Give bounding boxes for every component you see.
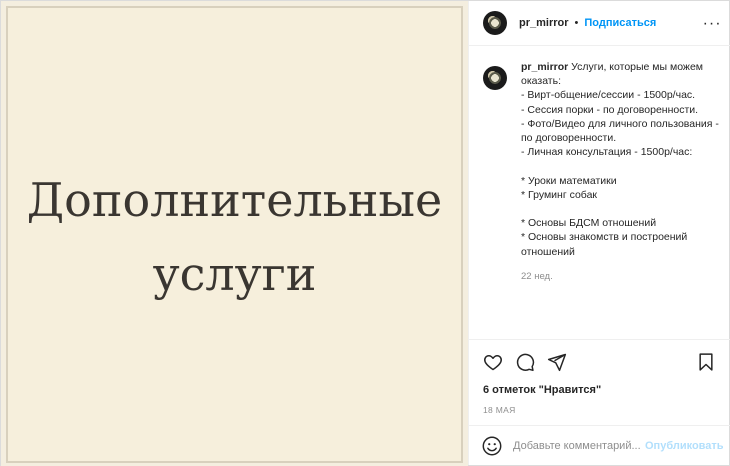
share-button[interactable] [545,350,569,374]
caption-row: pr_mirror Услуги, которые мы можем оказа… [483,60,722,259]
avatar[interactable] [483,11,507,35]
bookmark-icon [698,353,713,371]
follow-button[interactable]: Подписаться [584,17,656,29]
save-button[interactable] [694,350,718,374]
comment-button[interactable] [513,350,537,374]
likes-count[interactable]: 6 отметок "Нравится" [469,384,730,396]
comment-input[interactable] [513,439,641,452]
image-text-line-1: Дополнительные [26,173,443,227]
caption-body: Услуги, которые мы можем оказать: - Вирт… [521,61,719,258]
post-sidebar: pr_mirror • Подписаться ··· pr_mirror Ус… [468,1,730,465]
comments-area: pr_mirror Услуги, которые мы можем оказа… [469,46,730,339]
more-options-icon[interactable]: ··· [703,15,722,33]
caption-text: pr_mirror Услуги, которые мы можем оказа… [521,60,721,259]
heart-icon [484,354,502,370]
share-icon [547,353,567,371]
post-image[interactable]: Дополнительные услуги [1,1,468,466]
separator-dot: • [574,17,579,29]
post-header: pr_mirror • Подписаться ··· [469,1,730,46]
action-bar [469,339,730,383]
comment-icon [516,353,535,371]
header-username[interactable]: pr_mirror [519,17,569,29]
post-container: Дополнительные услуги pr_mirror • Подпис… [0,0,730,466]
image-text: Дополнительные услуги [1,163,468,311]
emoji-icon[interactable] [481,435,503,457]
post-date: 18 МАЯ [483,405,516,415]
caption-time[interactable]: 22 нед. [521,271,722,282]
like-button[interactable] [481,350,505,374]
caption-avatar[interactable] [483,66,507,90]
add-comment-bar: Опубликовать [469,425,730,465]
publish-button[interactable]: Опубликовать [645,440,724,452]
image-text-line-2: услуги [152,247,317,301]
caption-username[interactable]: pr_mirror [521,61,568,73]
